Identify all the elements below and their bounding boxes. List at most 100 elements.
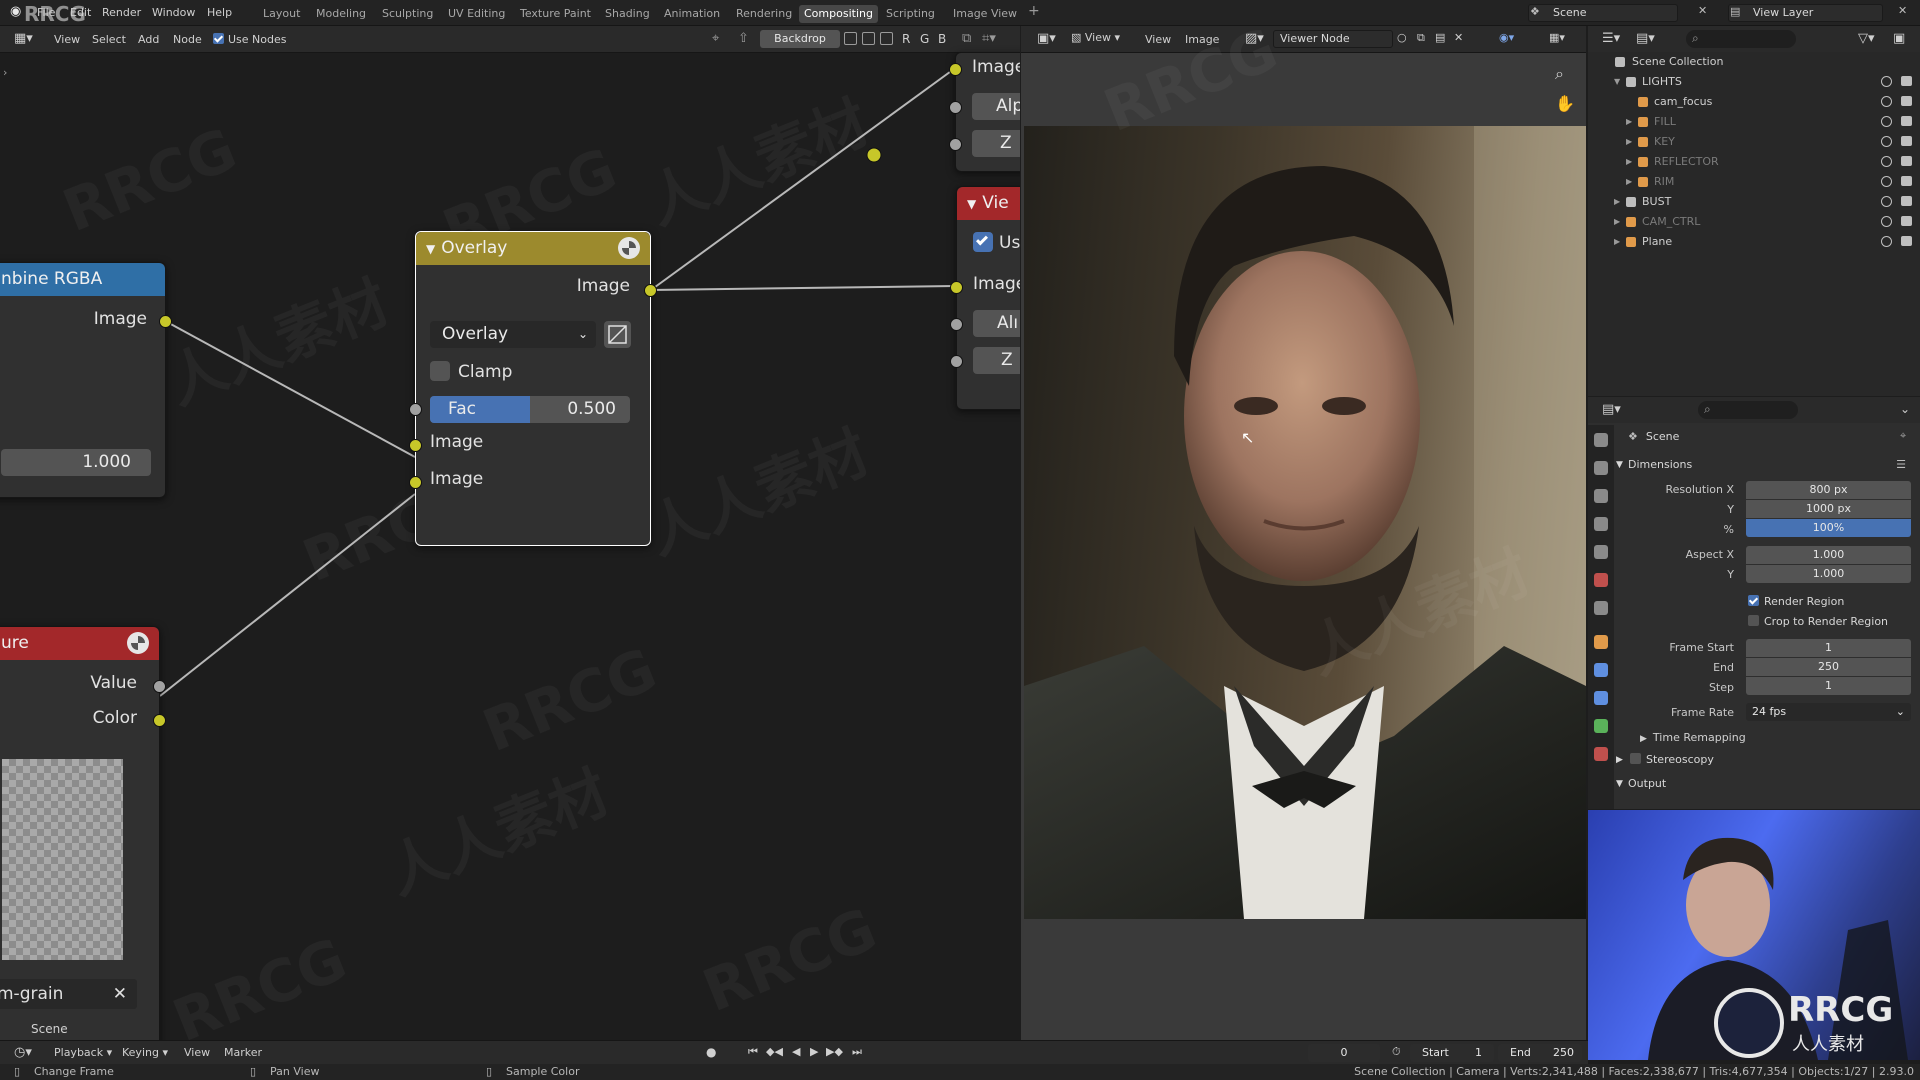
node-header[interactable]: ▼ Overlay: [416, 232, 650, 265]
close-view-layer-icon[interactable]: ✕: [1898, 4, 1907, 17]
resolution-x-field[interactable]: 800 px: [1746, 481, 1911, 499]
render-region-toggle[interactable]: Render Region: [1748, 595, 1844, 608]
collapse-icon[interactable]: ▼: [426, 242, 435, 256]
outliner-item[interactable]: ▶ FILL: [1588, 112, 1920, 132]
constraints-tab-icon[interactable]: [1594, 719, 1608, 733]
blend-mode-dropdown[interactable]: Overlay ⌄: [430, 321, 596, 348]
presets-icon[interactable]: ☰: [1896, 454, 1906, 476]
image-editor[interactable]: ▣▾ ▧ View ▾ View Image ▨▾ Viewer Node ○ …: [1021, 15, 1586, 1046]
current-frame-field[interactable]: 0: [1308, 1044, 1380, 1062]
tool-tab-icon[interactable]: [1594, 433, 1608, 447]
options-icon[interactable]: ⌄: [1900, 402, 1910, 416]
visibility-eye-icon[interactable]: [1881, 136, 1892, 147]
collapse-icon[interactable]: ▼: [967, 197, 976, 211]
visibility-eye-icon[interactable]: [1881, 236, 1892, 247]
alpha-field[interactable]: Alp: [972, 93, 1020, 120]
z-field[interactable]: Z: [972, 130, 1020, 157]
image-input-socket-1[interactable]: [409, 439, 422, 452]
clamp-checkbox-row[interactable]: Clamp: [430, 361, 512, 385]
gizmo-icon[interactable]: ◉▾: [1499, 31, 1514, 44]
overlay-mix-node[interactable]: ▼ Overlay Image Overlay ⌄ Clamp Fac 0.500: [409, 231, 657, 546]
menu-marker[interactable]: Marker: [224, 1046, 262, 1059]
scene-collection-row[interactable]: Scene Collection: [1588, 52, 1920, 72]
visibility-eye-icon[interactable]: [1881, 116, 1892, 127]
time-remapping-subpanel[interactable]: ▶ Time Remapping: [1640, 731, 1746, 744]
clamp-checkbox[interactable]: [430, 361, 450, 381]
render-camera-icon[interactable]: [1901, 76, 1912, 86]
image-input-socket[interactable]: [950, 281, 963, 294]
frame-end-field[interactable]: 250: [1746, 658, 1911, 676]
menu-window[interactable]: Window: [152, 6, 195, 19]
editor-type-icon[interactable]: ◷▾: [14, 1045, 32, 1060]
view-layer-selector[interactable]: View Layer: [1728, 4, 1883, 22]
render-camera-icon[interactable]: [1901, 196, 1912, 206]
crop-region-checkbox[interactable]: [1748, 615, 1759, 626]
frame-rate-dropdown[interactable]: 24 fps ⌄: [1746, 703, 1911, 721]
scene-tab-icon[interactable]: [1594, 545, 1608, 559]
visibility-eye-icon[interactable]: [1881, 76, 1892, 87]
visibility-eye-icon[interactable]: [1881, 96, 1892, 107]
editor-type-icon[interactable]: ▣▾: [1037, 31, 1056, 46]
start-frame-field[interactable]: Start 1: [1410, 1044, 1494, 1062]
output-tab-icon[interactable]: [1594, 489, 1608, 503]
collapsed-icon[interactable]: ▶: [1626, 172, 1632, 192]
menu-edit[interactable]: Edit: [70, 6, 91, 19]
visibility-eye-icon[interactable]: [1881, 176, 1892, 187]
image-input-socket-2[interactable]: [409, 476, 422, 489]
use-alpha-checkbox[interactable]: [973, 232, 993, 252]
new-collection-icon[interactable]: ▣: [1893, 31, 1905, 46]
view-mode-dropdown[interactable]: ▧ View ▾: [1071, 31, 1120, 44]
render-camera-icon[interactable]: [1901, 176, 1912, 186]
alpha-field[interactable]: Alı: [973, 310, 1020, 337]
editor-type-icon[interactable]: ☰▾: [1602, 31, 1620, 46]
tab-rendering[interactable]: Rendering: [731, 5, 797, 23]
render-camera-icon[interactable]: [1901, 156, 1912, 166]
stereoscopy-checkbox[interactable]: [1630, 753, 1641, 764]
folder-icon[interactable]: ▤: [1435, 31, 1445, 44]
zoom-icon[interactable]: ⌕: [1555, 64, 1564, 84]
visibility-eye-icon[interactable]: [1881, 156, 1892, 167]
fake-user-icon[interactable]: ○: [1397, 31, 1407, 44]
rendered-portrait-image[interactable]: [1024, 126, 1586, 919]
image-input-socket[interactable]: [949, 63, 962, 76]
close-icon[interactable]: ✕: [1454, 31, 1463, 44]
jump-keyframe-forward-icon[interactable]: ▶◆: [826, 1045, 843, 1058]
alpha-input-socket[interactable]: [949, 101, 962, 114]
menu-playback[interactable]: Playback ▾: [54, 1046, 112, 1059]
fac-slider[interactable]: Fac 0.500: [430, 396, 630, 423]
dimensions-panel-header[interactable]: ▼ Dimensions ☰: [1614, 454, 1920, 476]
tab-uv-editing[interactable]: UV Editing: [443, 5, 510, 23]
tab-scripting[interactable]: Scripting: [881, 5, 940, 23]
pin-icon[interactable]: ⌖: [1900, 429, 1906, 443]
value-output-socket[interactable]: [153, 680, 166, 693]
record-button[interactable]: ●: [706, 1045, 716, 1059]
node-header[interactable]: nbine RGBA: [0, 263, 165, 296]
preview-toggle-icon[interactable]: [618, 237, 640, 259]
output-panel-header[interactable]: ▼ Output: [1614, 773, 1920, 795]
tab-image-view[interactable]: Image View: [948, 5, 1022, 23]
collection-tab-icon[interactable]: [1594, 601, 1608, 615]
clock-icon[interactable]: ⏱: [1392, 1045, 1401, 1059]
resolution-percent-slider[interactable]: 100%: [1746, 519, 1911, 537]
combine-rgba-node[interactable]: nbine RGBA Image 1.000: [0, 262, 172, 498]
outliner-item[interactable]: ▶ RIM: [1588, 172, 1920, 192]
preview-toggle-icon[interactable]: [127, 632, 149, 654]
menu-help[interactable]: Help: [207, 6, 232, 19]
resolution-y-field[interactable]: 1000 px: [1746, 500, 1911, 518]
collapsed-icon[interactable]: ▶: [1614, 192, 1620, 212]
menu-file[interactable]: File: [37, 6, 55, 19]
play-icon[interactable]: ▶: [810, 1045, 818, 1058]
tab-layout[interactable]: Layout: [258, 5, 305, 23]
outliner-item[interactable]: ▶ Plane: [1588, 232, 1920, 252]
tab-shading[interactable]: Shading: [600, 5, 655, 23]
jump-start-icon[interactable]: ⏮: [748, 1045, 758, 1059]
jump-end-icon[interactable]: ⏭: [852, 1045, 862, 1059]
modifier-tab-icon[interactable]: [1594, 663, 1608, 677]
collapsed-icon[interactable]: ▶: [1626, 132, 1632, 152]
outliner-item[interactable]: ▼ LIGHTS: [1588, 72, 1920, 92]
tab-modeling[interactable]: Modeling: [311, 5, 371, 23]
collapsed-icon[interactable]: ▶: [1626, 112, 1632, 132]
frame-step-field[interactable]: 1: [1746, 677, 1911, 695]
render-camera-icon[interactable]: [1901, 136, 1912, 146]
fac-input-socket[interactable]: [409, 403, 422, 416]
